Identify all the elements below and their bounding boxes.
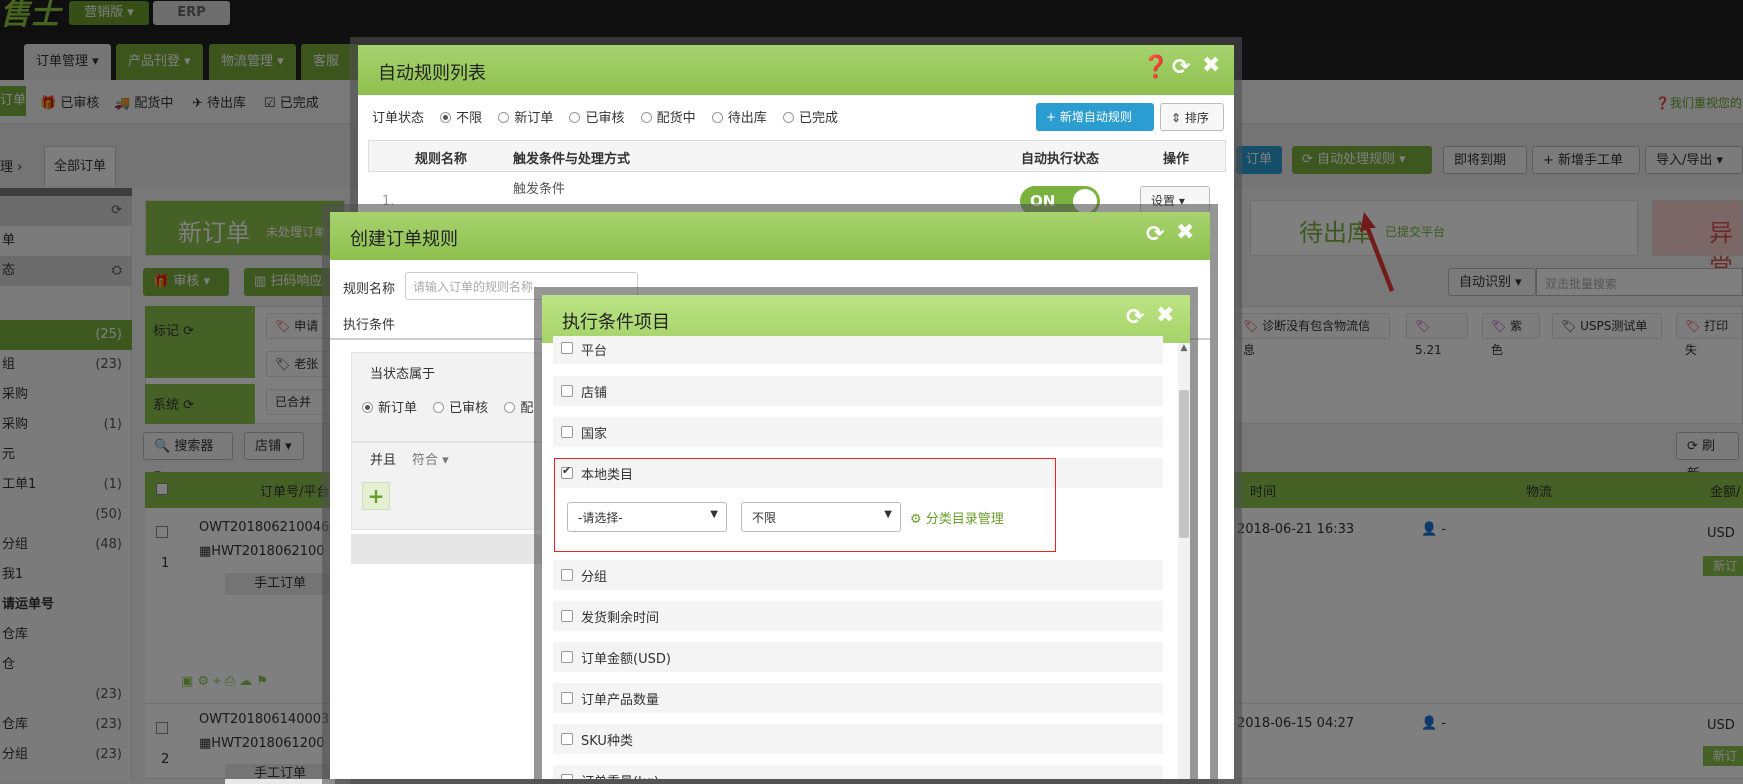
condition-option-platform[interactable]: 平台 [553,336,1163,364]
state-radio-audited[interactable] [433,402,445,413]
close-icon[interactable]: ✖ [1176,220,1194,245]
exec-condition-tab[interactable]: 执行条件 [343,314,395,333]
highlight-box [554,458,1056,552]
refresh-icon[interactable]: ⟳ [1126,305,1144,330]
state-radio-new[interactable] [362,402,373,413]
status-radio-new[interactable] [498,112,510,123]
status-radio-allocating[interactable] [640,112,652,123]
state-condition-box: 当状态属于 新订单 已审核 配 [351,352,551,442]
sort-button[interactable]: ⇕ 排序 [1160,103,1224,131]
status-radio-pending[interactable] [711,112,723,123]
option-checkbox[interactable] [561,385,573,397]
scrollbar-thumb[interactable] [1179,390,1189,538]
match-dropdown[interactable]: 符合 ▾ [412,449,449,468]
condition-option-order-weight[interactable]: 订单重量(kg) [553,765,1163,779]
condition-option-sku-types[interactable]: SKU种类 [553,724,1163,754]
rule-row-index: 1. [382,194,395,209]
order-status-filter: 订单状态 不限 新订单 已审核 配货中 待出库 已完成 [372,111,838,126]
plus-icon: + [1046,110,1060,124]
modal-header: 自动规则列表 ❓ ⟳ ✖ [358,45,1234,95]
option-checkbox[interactable] [561,569,573,581]
state-options: 新订单 已审核 配 [362,397,545,416]
modal-title: 创建订单规则 [350,229,458,250]
status-radio-audited[interactable] [569,112,581,123]
option-checkbox[interactable] [561,733,573,745]
column-header: 自动执行状态 [1021,152,1100,167]
status-radio-done[interactable] [782,112,794,123]
add-auto-rule-button[interactable]: + 新增自动规则 [1036,103,1154,131]
condition-option-ship-remaining[interactable]: 发货剩余时间 [553,601,1163,631]
rule-setting-button[interactable]: 设置 ▾ [1140,186,1210,214]
option-checkbox[interactable] [561,774,573,779]
modal-title: 自动规则列表 [378,63,486,84]
rule-trigger-label: 触发条件 [513,182,566,197]
column-header: 触发条件与处理方式 [513,152,631,167]
condition-option-store[interactable]: 店铺 [553,376,1163,406]
column-header: 操作 [1163,152,1190,167]
add-condition-button[interactable]: + [362,482,390,510]
option-checkbox[interactable] [561,342,573,354]
close-icon[interactable]: ✖ [1156,303,1174,328]
scroll-up-icon[interactable]: ▲ [1178,343,1190,357]
option-checkbox[interactable] [561,651,573,663]
and-label: 并且 [370,453,397,468]
condition-placeholder-bar [351,534,551,564]
condition-option-country[interactable]: 国家 [553,417,1163,447]
help-icon[interactable]: ❓ [1142,55,1169,80]
modal-title: 执行条件项目 [562,312,670,333]
option-checkbox[interactable] [561,692,573,704]
refresh-icon[interactable]: ⟳ [1146,222,1164,247]
column-header: 规则名称 [415,152,468,167]
rule-table-header: 规则名称 触发条件与处理方式 自动执行状态 操作 [368,140,1226,172]
condition-option-group[interactable]: 分组 [553,560,1163,590]
close-icon[interactable]: ✖ [1202,53,1220,78]
condition-option-product-count[interactable]: 订单产品数量 [553,683,1163,713]
refresh-icon[interactable]: ⟳ [1172,55,1190,80]
state-belongs-label: 当状态属于 [370,367,436,382]
option-checkbox[interactable] [561,426,573,438]
state-radio-allocating[interactable] [504,402,516,413]
option-checkbox[interactable] [561,610,573,622]
status-radio-all[interactable] [440,112,452,123]
modal-header: 创建订单规则 ⟳ ✖ [330,212,1210,260]
rule-name-label: 规则名称 [343,282,396,297]
condition-option-order-amount[interactable]: 订单金额(USD) [553,642,1163,672]
sort-icon: ⇕ [1171,111,1185,125]
